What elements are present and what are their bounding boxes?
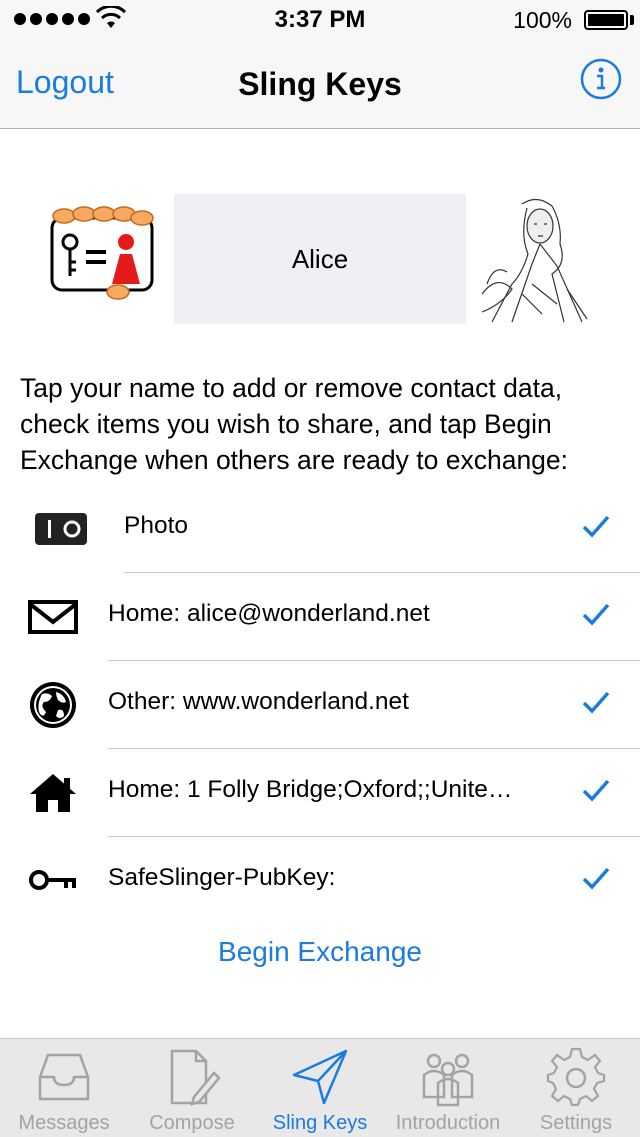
tab-compose[interactable]: Compose (128, 1039, 256, 1137)
item-label: Photo (124, 512, 189, 539)
checkmark-icon[interactable] (582, 514, 610, 538)
profile-photo[interactable] (482, 194, 600, 324)
battery-percentage: 100% (513, 7, 572, 33)
checkmark-icon[interactable] (582, 602, 610, 626)
compose-pencil-icon (170, 1049, 221, 1106)
list-item-photo[interactable]: Photo (0, 484, 640, 572)
tab-settings[interactable]: Settings (512, 1039, 640, 1137)
checkmark-icon[interactable] (582, 690, 610, 714)
item-label: Other: www.wonderland.net (108, 688, 409, 715)
begin-exchange-button[interactable]: Begin Exchange (0, 936, 640, 968)
gear-icon (546, 1047, 606, 1107)
battery-icon (584, 10, 628, 30)
list-item-website[interactable]: Other: www.wonderland.net (0, 660, 640, 748)
page-title: Sling Keys (238, 66, 402, 102)
globe-icon (30, 682, 76, 728)
item-label: SafeSlinger-PubKey: (108, 864, 336, 891)
camera-icon (35, 513, 87, 545)
tab-bar: Messages Compose Sling Keys Introduction (0, 1038, 640, 1137)
inbox-tray-icon (38, 1053, 90, 1101)
list-item-address[interactable]: Home: 1 Folly Bridge;Oxford;;Unite… (0, 748, 640, 836)
list-item-pubkey[interactable]: SafeSlinger-PubKey: (0, 836, 640, 924)
people-group-icon (422, 1053, 474, 1107)
instructions-text: Tap your name to add or remove contact d… (20, 373, 569, 475)
navigation-bar: Logout Sling Keys (0, 40, 640, 129)
contact-card-key-icon (50, 206, 154, 300)
item-label: Home: 1 Folly Bridge;Oxford;;Unite… (108, 776, 513, 803)
paper-plane-icon (292, 1049, 348, 1105)
tab-sling-keys[interactable]: Sling Keys (256, 1039, 384, 1137)
item-label: Home: alice@wonderland.net (108, 600, 430, 627)
house-icon (30, 774, 76, 812)
key-icon (29, 870, 76, 890)
status-bar: 3:37 PM 100% (0, 0, 640, 40)
profile-name-button[interactable]: Alice (174, 194, 466, 324)
checkmark-icon[interactable] (582, 778, 610, 802)
info-icon[interactable] (580, 58, 622, 100)
tab-introduction[interactable]: Introduction (384, 1039, 512, 1137)
list-item-email[interactable]: Home: alice@wonderland.net (0, 572, 640, 660)
tab-messages[interactable]: Messages (0, 1039, 128, 1137)
envelope-icon (28, 600, 78, 634)
checkmark-icon[interactable] (582, 866, 610, 890)
